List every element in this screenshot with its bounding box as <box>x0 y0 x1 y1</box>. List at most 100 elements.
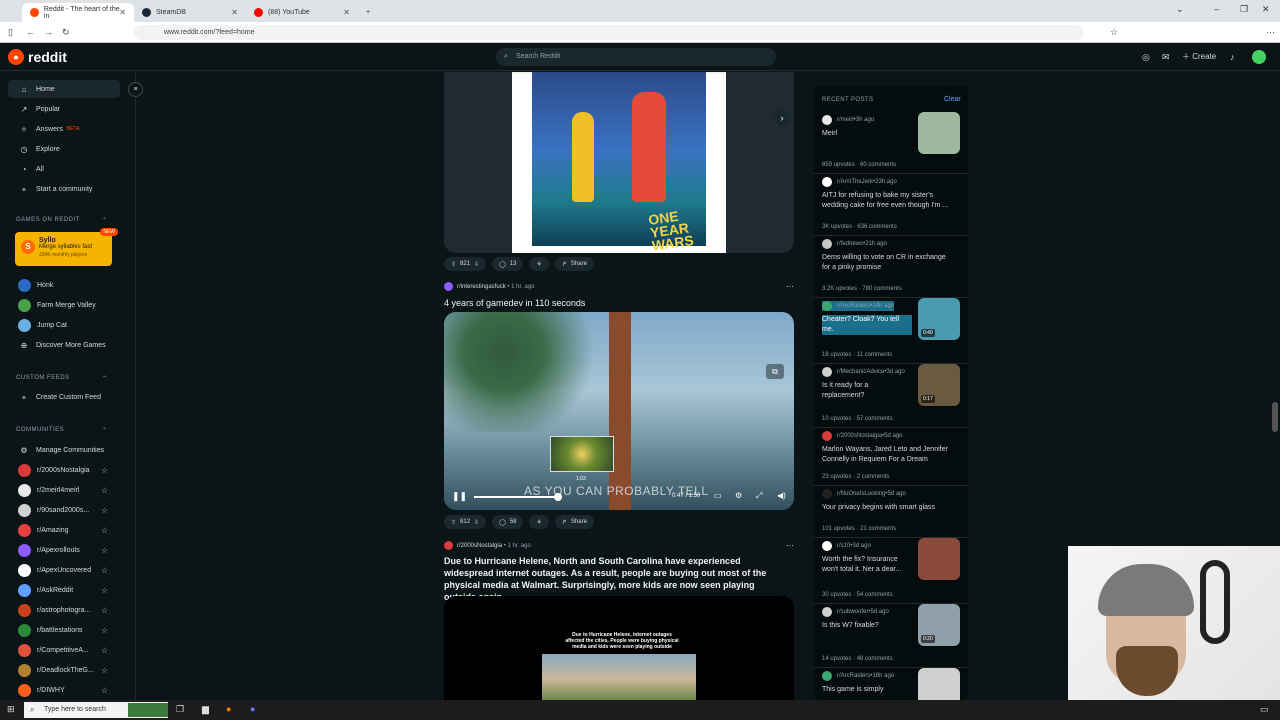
settings-icon[interactable]: ⚙ <box>735 491 742 500</box>
avatar[interactable] <box>1252 50 1266 64</box>
subreddit-name[interactable]: r/ArcRaiders <box>837 673 870 679</box>
recent-post-thumbnail[interactable]: 0:17 <box>918 364 960 406</box>
create-button[interactable]: ＋ Create <box>1182 51 1216 62</box>
recent-post-item[interactable]: r/subwoofer • 5d ago Is this W7 fixable? 1… <box>814 604 968 668</box>
subreddit-avatar[interactable] <box>444 541 453 550</box>
discord-icon[interactable]: ● <box>250 704 255 714</box>
tab-youtube[interactable]: (88) YouTube ✕ <box>246 3 358 22</box>
sidebar-game-honk[interactable]: Honk <box>8 276 120 294</box>
sidebar-item-home[interactable]: ⌂ Home <box>8 80 120 98</box>
sidebar-item-all[interactable]: ◔ All <box>8 160 120 178</box>
recent-post-title[interactable]: Is this W7 fixable? <box>822 621 912 631</box>
fullscreen-icon[interactable]: ⤢ <box>756 491 762 501</box>
back-icon[interactable]: ← <box>26 27 35 37</box>
favorite-star-icon[interactable]: ☆ <box>101 526 108 535</box>
chevron-down-icon[interactable]: ⌄ <box>1176 4 1184 15</box>
recent-post-item[interactable]: r/2000sNostalgia • 5d ago Marlon Wayans, … <box>814 428 968 486</box>
subreddit-name[interactable]: r/ArcRaiders <box>837 303 870 309</box>
favorite-star-icon[interactable]: ☆ <box>101 586 108 595</box>
sidebar-item-start-community[interactable]: + Start a community <box>8 180 120 198</box>
create-custom-feed[interactable]: + Create Custom Feed <box>8 388 120 406</box>
sidebar-item-popular[interactable]: ↗ Popular <box>8 100 120 118</box>
sidebar-game-jump-cat[interactable]: Jump Cat <box>8 316 120 334</box>
sidebar-toggle-icon[interactable]: ▯ <box>8 27 13 38</box>
manage-communities[interactable]: ⚙ Manage Communities <box>8 441 120 459</box>
recent-post-item[interactable]: r/ArcRaiders • 16h ago This game is simpl… <box>814 668 968 700</box>
file-explorer-icon[interactable]: ▆ <box>202 704 209 715</box>
sidebar-community[interactable]: r/2000sNostalgia ☆ <box>8 461 120 479</box>
share-button[interactable]: ↱ Share <box>554 257 594 271</box>
recent-post-title[interactable]: AITJ for refusing to bake my sister's we… <box>822 191 954 211</box>
scrollbar[interactable] <box>1272 402 1278 432</box>
recent-post-item[interactable]: r/AmITheJerk • 23h ago AITJ for refusing … <box>814 174 968 236</box>
carousel-next-icon[interactable]: › <box>774 110 790 126</box>
notification-icon[interactable]: ▭ <box>1260 704 1269 715</box>
upvote-icon[interactable]: ⇧ <box>451 519 456 526</box>
sidebar-community[interactable]: r/DeadlockTheG... ☆ <box>8 661 120 679</box>
recent-post-thumbnail[interactable]: 0:40 <box>918 298 960 340</box>
tab-reddit[interactable]: Reddit - The heart of the in ✕ <box>22 3 134 22</box>
close-icon[interactable]: ✕ <box>119 8 126 17</box>
custom-feeds-header[interactable]: CUSTOM FEEDS ⌃ <box>16 375 107 382</box>
recent-post-title[interactable]: Cheater? Cloak? You tell me. <box>822 315 912 335</box>
sidebar-community[interactable]: r/Amazing ☆ <box>8 521 120 539</box>
award-button[interactable]: ⚘ <box>529 257 549 271</box>
video-player[interactable]: ⧉ 1:03 AS YOU CAN PROBABLY TELL ❚❚ 0:47 … <box>444 312 794 510</box>
sidebar-item-explore[interactable]: ◷ Explore <box>8 140 120 158</box>
sidebar-community[interactable]: r/ApexUncovered ☆ <box>8 561 120 579</box>
recent-post-title[interactable]: Meirl <box>822 129 912 139</box>
recent-post-item[interactable]: r/meirl • 3h ago Meirl 859 upvotes · 60 co… <box>814 112 968 174</box>
progress-bar[interactable] <box>474 496 558 498</box>
reddit-logo[interactable]: ● reddit <box>8 49 67 65</box>
windows-start-icon[interactable]: ⊞ <box>7 704 15 715</box>
subreddit-name[interactable]: r/NoOneIsLooking <box>837 491 885 497</box>
vote-pill[interactable]: ⇧ 821 ⇩ <box>444 257 487 271</box>
search-input[interactable]: ⌕ Search Reddit <box>496 48 776 66</box>
pause-icon[interactable]: ❚❚ <box>452 491 467 502</box>
downvote-icon[interactable]: ⇩ <box>474 261 479 268</box>
tab-steamdb[interactable]: SteamDB ✕ <box>134 3 246 22</box>
url-field[interactable]: www.reddit.com/?feed=home <box>134 25 1084 40</box>
discover-more-games[interactable]: ⊕ Discover More Games <box>8 336 120 354</box>
task-view-icon[interactable]: ❐ <box>176 704 184 715</box>
recent-post-thumbnail[interactable] <box>918 112 960 154</box>
favorite-star-icon[interactable]: ☆ <box>101 506 108 515</box>
subreddit-name[interactable]: r/s10 <box>837 543 850 549</box>
recent-post-title[interactable]: Marlon Wayans, Jared Leto and Jennifer C… <box>822 445 954 465</box>
close-icon[interactable]: ✕ <box>343 8 350 17</box>
subreddit-avatar[interactable] <box>444 282 453 291</box>
recent-post-thumbnail[interactable] <box>918 538 960 580</box>
sidebar-game-farm-merge-valley[interactable]: Farm Merge Valley <box>8 296 120 314</box>
volume-icon[interactable]: ◀) <box>777 491 786 500</box>
clear-button[interactable]: Clear <box>944 96 961 103</box>
firefox-icon[interactable]: ● <box>226 704 231 714</box>
comments-button[interactable]: ◯ 58 <box>492 515 524 529</box>
favorite-star-icon[interactable]: ☆ <box>101 666 108 675</box>
close-icon[interactable]: ✕ <box>231 8 238 17</box>
bell-icon[interactable]: ♪ <box>1230 52 1235 62</box>
more-options-icon[interactable]: ⋯ <box>786 541 794 550</box>
subreddit-name[interactable]: r/fednews <box>837 241 863 247</box>
weather-widget[interactable] <box>128 703 168 717</box>
sidebar-community[interactable]: r/CompetitiveA... ☆ <box>8 641 120 659</box>
menu-icon[interactable]: ⋯ <box>1266 27 1275 38</box>
chat-icon[interactable]: ✉ <box>1162 52 1170 63</box>
favorite-star-icon[interactable]: ☆ <box>101 646 108 655</box>
recent-post-item[interactable]: r/NoOneIsLooking • 5d ago Your privacy be… <box>814 486 968 538</box>
recent-post-item[interactable]: r/MechanicAdvice • 3d ago Is it ready for… <box>814 364 968 428</box>
captions-icon[interactable]: ▭ <box>714 491 722 500</box>
more-options-icon[interactable]: ⋯ <box>786 282 794 291</box>
vote-pill[interactable]: ⇧ 812 ⇩ <box>444 515 487 529</box>
recent-post-title[interactable]: Is it ready for a replacement? <box>822 381 912 401</box>
forward-icon[interactable]: → <box>44 27 53 37</box>
favorite-star-icon[interactable]: ☆ <box>101 486 108 495</box>
collapse-sidebar-button[interactable]: ≡ <box>128 82 143 97</box>
favorite-star-icon[interactable]: ☆ <box>101 566 108 575</box>
award-button[interactable]: ⚘ <box>529 515 549 529</box>
favorite-star-icon[interactable]: ☆ <box>101 686 108 695</box>
sidebar-community[interactable]: r/Apexrollouts ☆ <box>8 541 120 559</box>
sidebar-community[interactable]: r/90sand2000s... ☆ <box>8 501 120 519</box>
sidebar-community[interactable]: r/astrophotogra... ☆ <box>8 601 120 619</box>
sidebar-community[interactable]: r/battlestations ☆ <box>8 621 120 639</box>
favorite-star-icon[interactable]: ☆ <box>101 546 108 555</box>
